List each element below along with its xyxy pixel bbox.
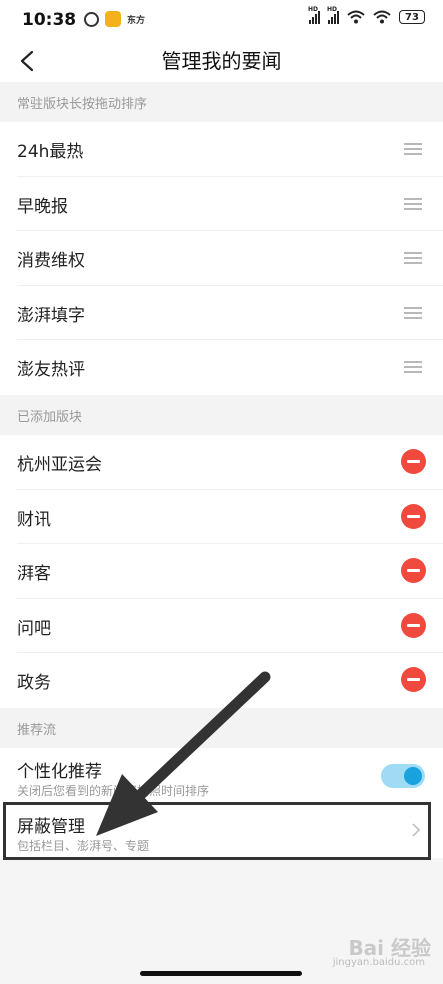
highlight-box xyxy=(3,802,431,860)
remove-icon[interactable] xyxy=(401,449,426,474)
wifi-icon xyxy=(347,10,365,24)
item-label: 消费维权 xyxy=(17,251,85,271)
item-label: 杭州亚运会 xyxy=(17,455,102,475)
toggle-knob xyxy=(404,767,422,785)
item-label: 问吧 xyxy=(17,618,51,639)
drag-handle-icon[interactable] xyxy=(404,306,422,319)
remove-icon[interactable] xyxy=(401,558,426,583)
added-list: 杭州亚运会 财讯 湃客 问吧 政务 xyxy=(0,435,443,708)
drag-handle-icon[interactable] xyxy=(404,361,422,373)
watermark-url: jingyan.baidu.com xyxy=(332,957,425,968)
section-label: 已添加版块 xyxy=(17,410,83,425)
list-item[interactable]: 消费维权 xyxy=(0,231,443,286)
home-indicator[interactable] xyxy=(140,971,302,976)
list-item[interactable]: 24h最热 xyxy=(0,122,443,177)
page-title: 管理我的要闻 xyxy=(161,49,282,73)
app-notification-label: 东方 xyxy=(127,15,146,26)
list-item[interactable]: 财讯 xyxy=(0,490,443,544)
drag-handle-icon[interactable] xyxy=(404,197,422,210)
wifi-icon-2 xyxy=(373,10,391,24)
list-item[interactable]: 澎湃填字 xyxy=(0,286,443,340)
drag-handle-icon[interactable] xyxy=(404,143,422,155)
signal-icon: HD xyxy=(308,6,320,24)
item-label: 澎友热评 xyxy=(17,360,85,380)
section-header-added: 已添加版块 xyxy=(0,395,443,435)
section-label: 常驻版块长按拖动排序 xyxy=(17,97,148,112)
personalized-recommend-row[interactable]: 个性化推荐 关闭后您看到的新闻将按照时间排序 xyxy=(0,748,443,803)
personalized-description: 关闭后您看到的新闻将按照时间排序 xyxy=(17,784,210,798)
list-item[interactable]: 政务 xyxy=(0,653,443,708)
item-label: 湃客 xyxy=(17,564,51,584)
item-label: 财讯 xyxy=(17,509,51,530)
status-bar: 10:38 东方 HD HD 73 xyxy=(0,0,443,40)
battery-icon: 73 xyxy=(399,10,425,24)
personalized-toggle[interactable] xyxy=(381,764,425,788)
list-item[interactable]: 早晚报 xyxy=(0,177,443,231)
section-header-recommend: 推荐流 xyxy=(0,708,443,748)
list-item[interactable]: 杭州亚运会 xyxy=(0,435,443,490)
section-header-pinned: 常驻版块长按拖动排序 xyxy=(0,82,443,122)
clock: 10:38 xyxy=(22,10,77,30)
remove-icon[interactable] xyxy=(401,667,426,692)
list-item[interactable]: 问吧 xyxy=(0,599,443,653)
item-label: 早晚报 xyxy=(17,196,68,217)
nav-bar: 管理我的要闻 xyxy=(0,40,443,82)
alarm-icon xyxy=(84,11,99,27)
personalized-label: 个性化推荐 xyxy=(17,762,102,782)
signal-icon-2: HD xyxy=(327,6,339,24)
hd-label-2: HD xyxy=(327,6,338,13)
section-label: 推荐流 xyxy=(17,723,57,738)
pinned-list: 24h最热 早晚报 消费维权 澎湃填字 澎友热评 xyxy=(0,122,443,395)
item-label: 澎湃填字 xyxy=(17,305,85,326)
item-label: 24h最热 xyxy=(17,142,84,162)
item-label: 政务 xyxy=(17,673,51,693)
hd-label: HD xyxy=(308,6,319,13)
remove-icon[interactable] xyxy=(401,503,426,529)
remove-icon[interactable] xyxy=(401,612,426,638)
list-item[interactable]: 澎友热评 xyxy=(0,340,443,395)
drag-handle-icon[interactable] xyxy=(404,252,422,264)
list-item[interactable]: 湃客 xyxy=(0,544,443,599)
note-icon xyxy=(105,11,121,27)
